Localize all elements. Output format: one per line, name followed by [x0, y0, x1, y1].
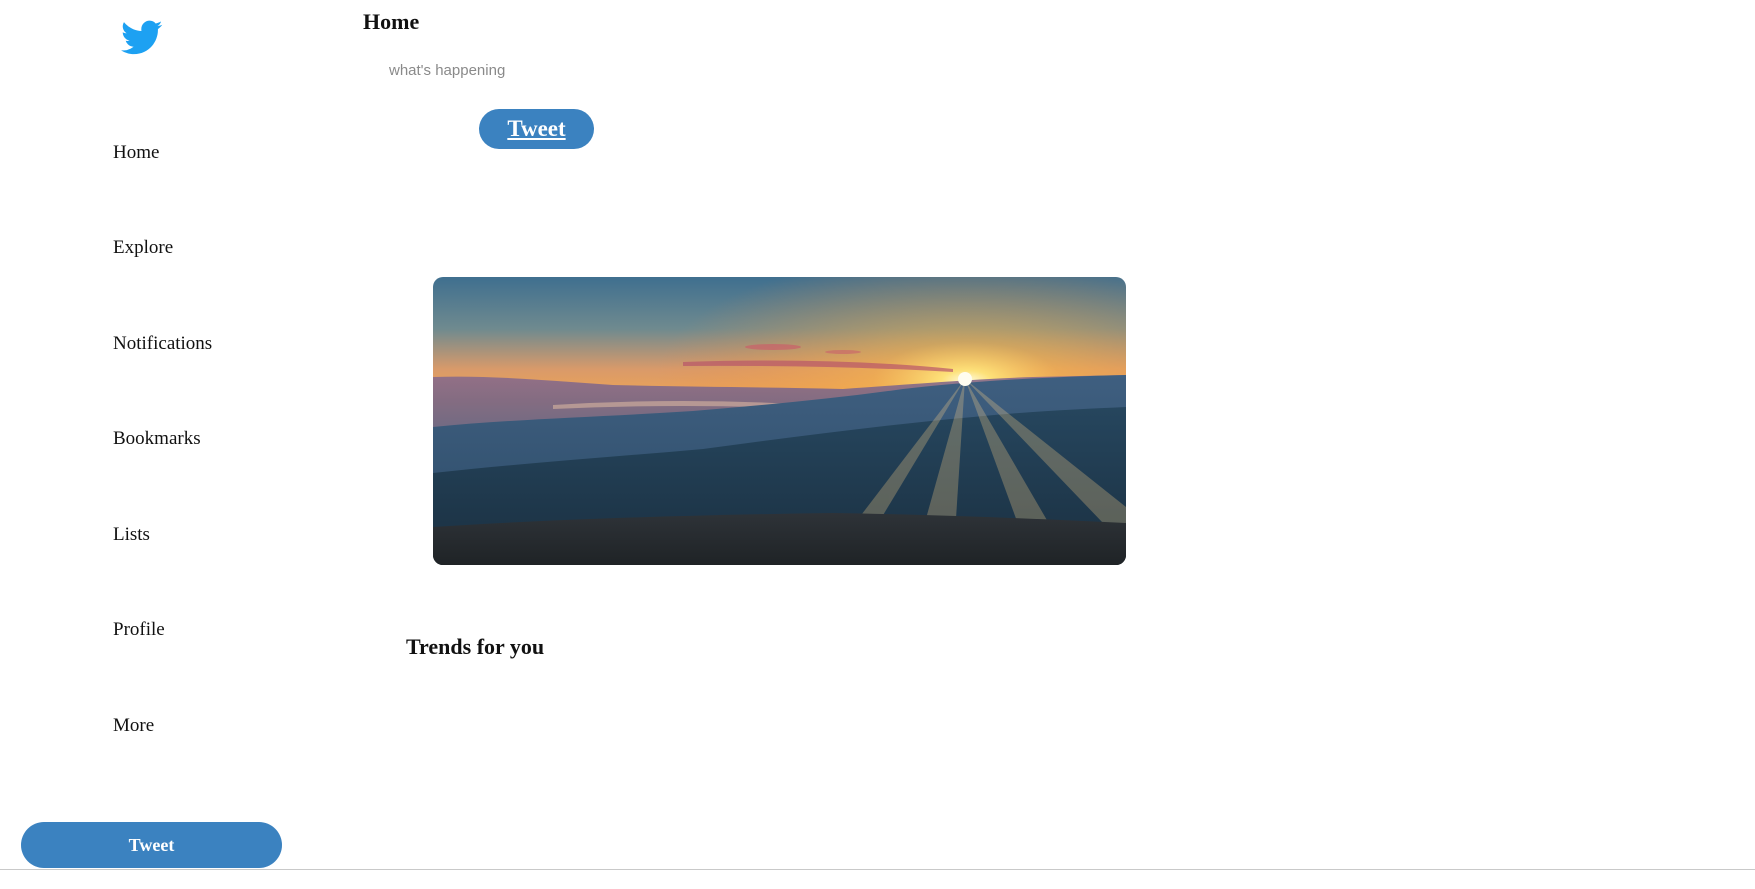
- trends-title: Trends for you: [406, 634, 545, 659]
- sidebar-item-more[interactable]: More: [113, 716, 154, 735]
- page-title: Home: [363, 9, 420, 34]
- sidebar-item-bookmarks[interactable]: Bookmarks: [113, 429, 201, 448]
- sidebar-item-home[interactable]: Home: [113, 143, 159, 162]
- sidebar-tweet-button[interactable]: Tweet: [21, 822, 282, 868]
- sidebar-item-notifications[interactable]: Notifications: [113, 334, 212, 353]
- sidebar-item-explore[interactable]: Explore: [113, 238, 173, 257]
- sidebar-item-lists[interactable]: Lists: [113, 525, 150, 544]
- divider: [0, 869, 1755, 870]
- hero-image: [433, 277, 1126, 565]
- compose-input[interactable]: [380, 59, 698, 81]
- sidebar-item-profile[interactable]: Profile: [113, 620, 165, 639]
- compose-tweet-button[interactable]: Tweet: [479, 109, 594, 149]
- twitter-bird-icon[interactable]: [121, 20, 163, 56]
- page: Home Explore Notifications Bookmarks Lis…: [0, 0, 1755, 889]
